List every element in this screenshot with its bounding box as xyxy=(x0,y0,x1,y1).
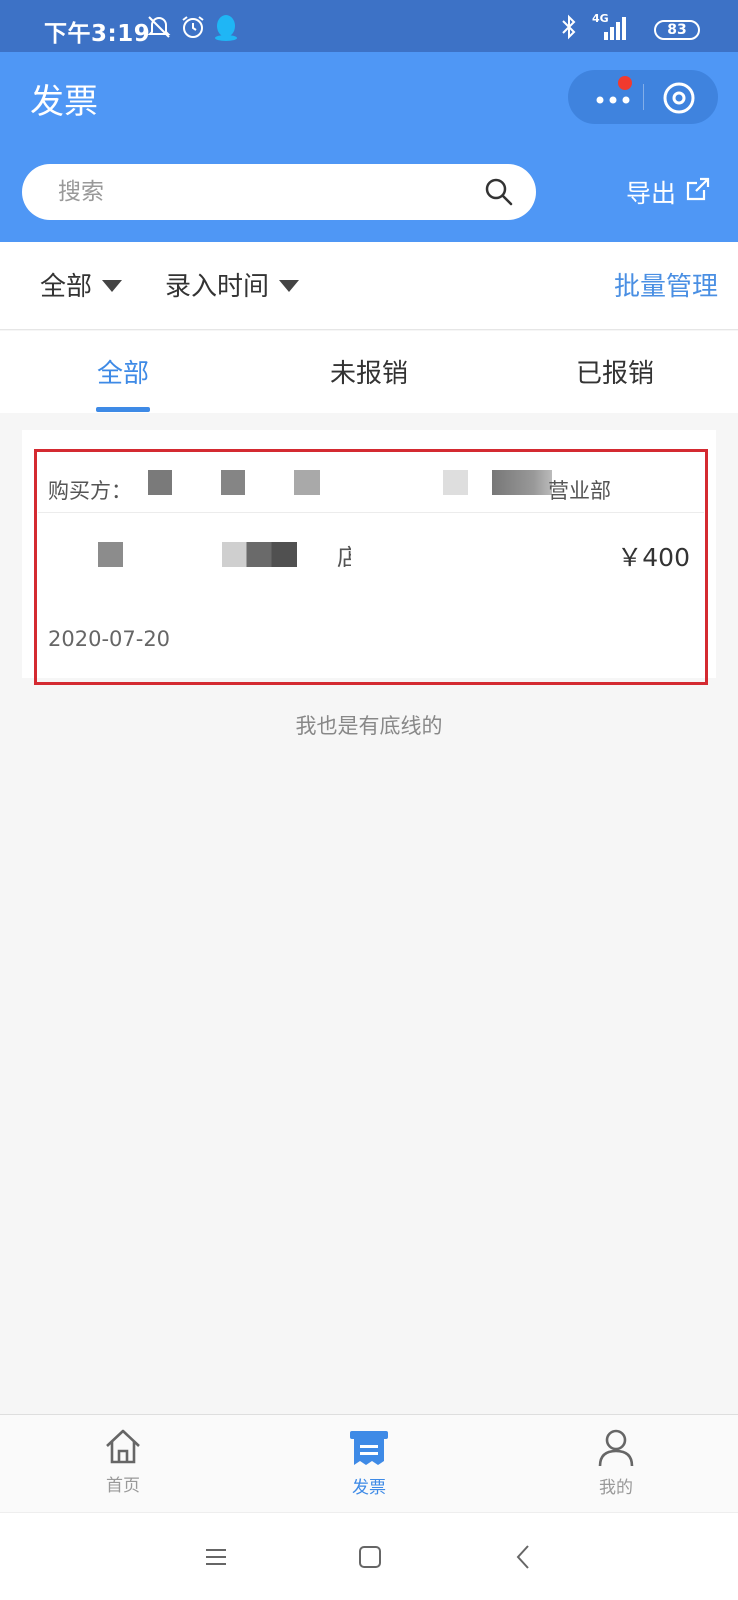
redacted-block xyxy=(221,470,245,495)
sort-dropdown[interactable]: 录入时间 xyxy=(165,266,300,303)
external-link-icon xyxy=(684,175,712,209)
sort-dropdown-label: 录入时间 xyxy=(165,272,270,302)
close-miniprogram-button[interactable] xyxy=(662,81,696,115)
search-bar[interactable] xyxy=(22,164,536,220)
nav-profile[interactable]: 我的 xyxy=(556,1427,676,1498)
profile-icon xyxy=(598,1429,634,1467)
active-tab-indicator xyxy=(96,407,150,412)
tab-all[interactable]: 全部 xyxy=(0,353,246,390)
search-input[interactable] xyxy=(58,174,458,210)
filter-bar: 全部 录入时间 批量管理 xyxy=(0,242,738,330)
invoice-icon xyxy=(350,1431,388,1465)
nav-invoice-label: 发票 xyxy=(352,1478,386,1498)
menu-icon[interactable] xyxy=(200,1541,232,1573)
qq-penguin-icon xyxy=(214,14,238,42)
caret-down-icon xyxy=(279,279,300,292)
invoice-amount: ￥400 xyxy=(617,543,690,572)
caret-down-icon xyxy=(102,279,123,292)
redacted-block xyxy=(222,542,297,567)
back-icon[interactable] xyxy=(508,1541,540,1573)
list-end-text: 我也是有底线的 xyxy=(295,714,443,738)
nav-invoice[interactable]: 发票 xyxy=(309,1427,429,1498)
category-dropdown[interactable]: 全部 xyxy=(40,266,123,303)
nav-home-label: 首页 xyxy=(106,1476,140,1496)
bluetooth-icon xyxy=(560,14,578,40)
export-label: 导出 xyxy=(626,179,677,208)
mute-bell-icon xyxy=(146,14,172,40)
alarm-icon xyxy=(180,14,206,40)
redacted-block xyxy=(148,470,172,495)
tab-reimbursed[interactable]: 已报销 xyxy=(492,353,738,390)
status-time: 下午3:19 xyxy=(44,21,151,47)
redacted-block xyxy=(294,470,320,495)
search-icon[interactable] xyxy=(484,177,514,207)
redacted-block xyxy=(492,470,552,495)
capsule-divider xyxy=(643,84,644,110)
status-tabs: 全部 未报销 已报销 xyxy=(0,331,738,413)
page-title: 发票 xyxy=(30,82,98,122)
invoice-date: 2020-07-20 xyxy=(48,627,171,651)
home-square-icon[interactable] xyxy=(354,1541,386,1573)
nav-home[interactable]: 首页 xyxy=(63,1427,183,1496)
seller-name-fragment: 店 xyxy=(337,545,351,571)
app-header: 发票 导出 xyxy=(0,52,738,242)
bottom-tab-bar: 首页 发票 我的 xyxy=(0,1414,738,1512)
miniprogram-capsule xyxy=(568,70,718,124)
redacted-block xyxy=(98,542,123,567)
network-type: 4G xyxy=(592,12,609,25)
redacted-block xyxy=(443,470,468,495)
notification-dot xyxy=(618,76,632,90)
signal-icon: 4G xyxy=(590,12,630,42)
tab-unreimbursed[interactable]: 未报销 xyxy=(246,353,492,390)
batch-manage-button[interactable]: 批量管理 xyxy=(614,266,718,303)
home-icon xyxy=(106,1429,140,1464)
nav-profile-label: 我的 xyxy=(599,1478,633,1498)
card-divider xyxy=(38,512,704,513)
system-nav-bar xyxy=(0,1512,738,1600)
buyer-label: 购买方： xyxy=(48,479,132,503)
category-dropdown-label: 全部 xyxy=(40,272,93,302)
export-button[interactable]: 导出 xyxy=(626,174,712,210)
status-bar: 下午3:19 4G 83 xyxy=(0,0,738,52)
buyer-department: 营业部 xyxy=(548,479,611,503)
battery-indicator: 83 xyxy=(654,20,700,40)
